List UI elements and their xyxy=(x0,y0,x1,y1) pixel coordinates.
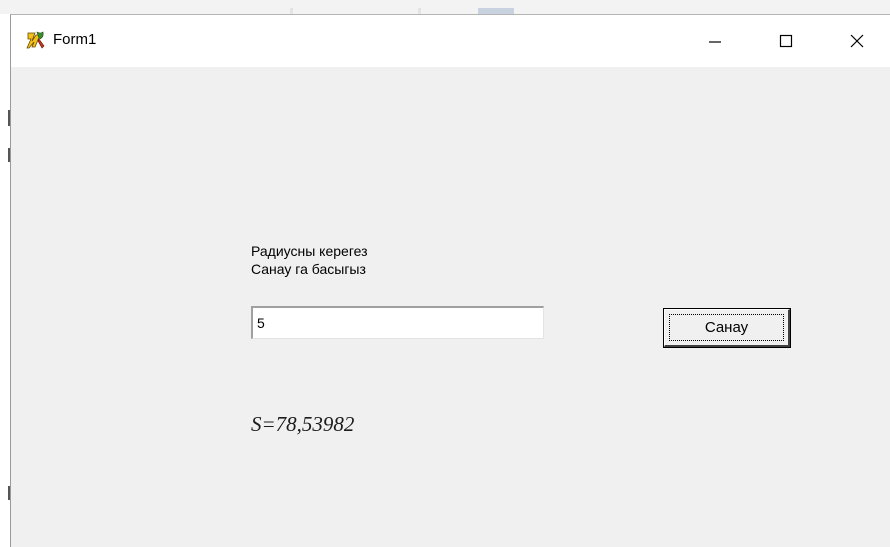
maximize-button[interactable] xyxy=(757,15,815,67)
prompt-label-line-2: Санау га басыгыз xyxy=(251,261,366,277)
prompt-label-line-1: Радиусны керегез xyxy=(251,243,368,259)
title-bar[interactable]: Form1 xyxy=(11,15,890,67)
calculate-button-label: Санау xyxy=(669,314,784,341)
window-title: Form1 xyxy=(53,31,97,48)
close-button[interactable] xyxy=(828,15,886,67)
form-window: Form1 Радиусны керегез Санау га басыгыз … xyxy=(10,14,890,547)
desktop-backdrop xyxy=(0,0,890,14)
form-client-area: Радиусны керегез Санау га басыгыз Санау … xyxy=(11,67,890,547)
minimize-icon xyxy=(709,41,721,43)
radius-input[interactable] xyxy=(251,306,544,339)
close-icon xyxy=(850,34,864,48)
area-result-label: S=78,53982 xyxy=(251,412,355,436)
calculate-button[interactable]: Санау xyxy=(664,309,790,347)
minimize-button[interactable] xyxy=(686,15,744,67)
delphi-app-icon[interactable] xyxy=(26,30,46,50)
maximize-icon xyxy=(779,34,793,48)
